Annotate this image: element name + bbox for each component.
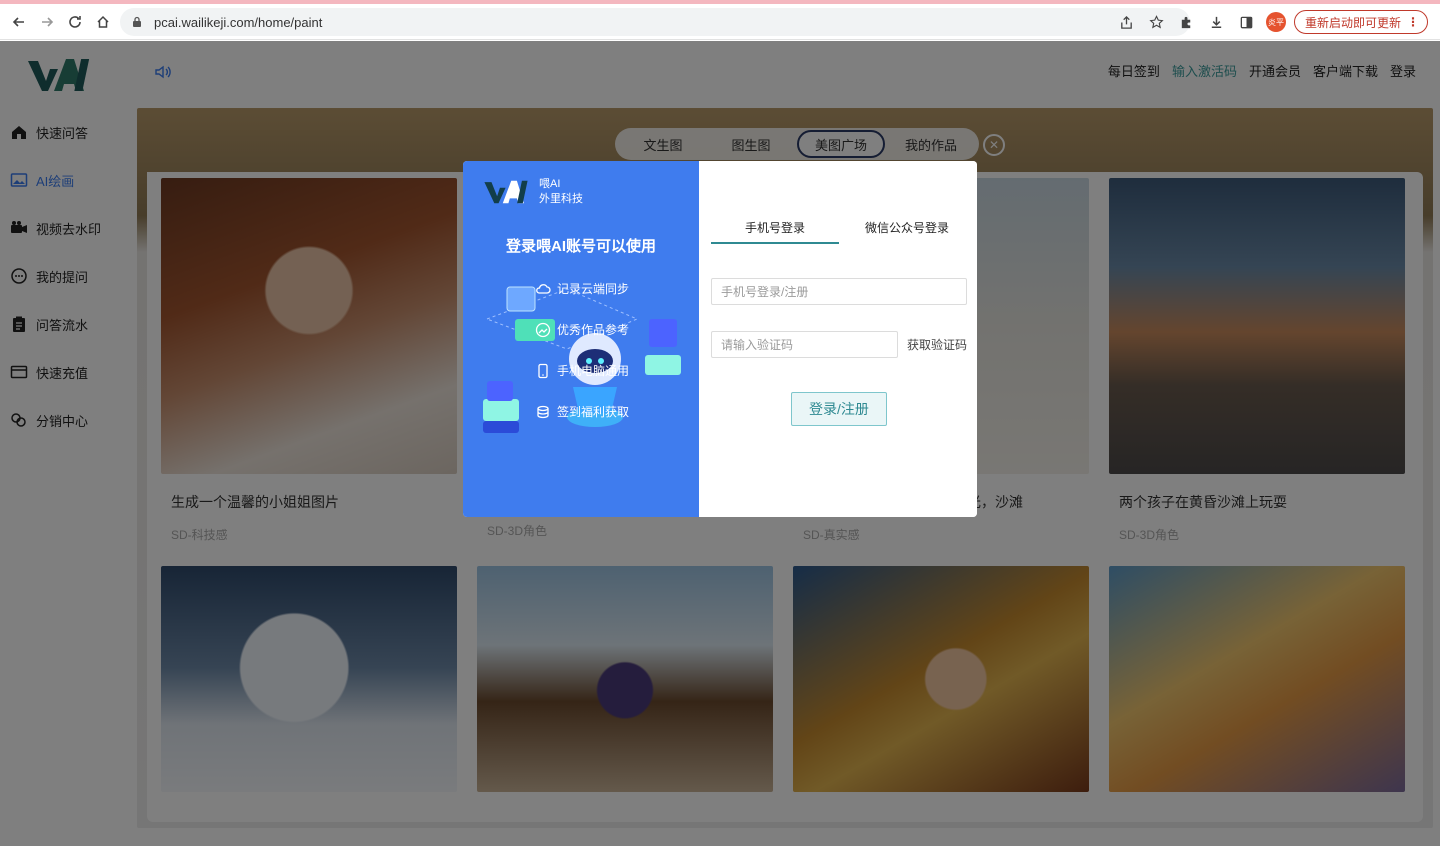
login-register-button[interactable]: 登录/注册 — [791, 392, 887, 426]
address-bar[interactable]: pcai.wailikeji.com/home/paint — [120, 8, 1190, 36]
browser-toolbar: pcai.wailikeji.com/home/paint 炎平 重新启动即可更… — [0, 4, 1440, 40]
coins-icon — [537, 405, 549, 418]
brand-company: 外里科技 — [539, 193, 583, 205]
brand-logo — [484, 180, 528, 204]
url-text: pcai.wailikeji.com/home/paint — [154, 14, 323, 30]
picture-circle-icon — [535, 322, 551, 337]
more-vertical-icon: ⋮ — [1407, 15, 1419, 29]
phone-icon — [538, 363, 548, 378]
back-icon[interactable] — [6, 9, 32, 35]
feature-works-reference: 优秀作品参考 — [535, 321, 629, 338]
side-panel-icon[interactable] — [1236, 11, 1258, 33]
feature-label: 签到福利获取 — [557, 405, 630, 419]
feature-checkin-rewards: 签到福利获取 — [535, 403, 629, 420]
verification-code-input[interactable] — [711, 331, 898, 358]
login-headline: 登录喂AI账号可以使用 — [505, 238, 656, 255]
login-promo-panel: 喂AI 外里科技 登录喂AI账号可以使用 记录云端同步 优秀作品参考 手机电脑通… — [463, 161, 699, 517]
tab-wechat-login[interactable]: 微信公众号登录 — [859, 219, 955, 236]
extensions-puzzle-icon[interactable] — [1176, 11, 1198, 33]
reload-icon[interactable] — [62, 9, 88, 35]
download-icon[interactable] — [1206, 11, 1228, 33]
home-browser-icon[interactable] — [90, 9, 116, 35]
login-modal: 喂AI 外里科技 登录喂AI账号可以使用 记录云端同步 优秀作品参考 手机电脑通… — [463, 161, 977, 517]
forward-icon[interactable] — [34, 9, 60, 35]
phone-input[interactable] — [711, 278, 967, 305]
feature-label: 手机电脑通用 — [557, 364, 630, 378]
feature-label: 优秀作品参考 — [557, 323, 630, 337]
bookmark-star-icon[interactable] — [1146, 11, 1168, 33]
share-page-icon[interactable] — [1116, 11, 1138, 33]
brand-name: 喂AI — [539, 178, 561, 190]
profile-avatar[interactable]: 炎平 — [1265, 12, 1286, 32]
login-form-panel: 手机号登录 微信公众号登录 获取验证码 登录/注册 — [699, 161, 977, 517]
feature-cloud-sync: 记录云端同步 — [535, 280, 629, 297]
get-code-button[interactable]: 获取验证码 — [907, 336, 967, 353]
feature-label: 记录云端同步 — [557, 282, 630, 296]
brand-text: 喂AI 外里科技 — [539, 177, 583, 207]
relaunch-update-button[interactable]: 重新启动即可更新 ⋮ — [1293, 10, 1428, 34]
lock-icon — [133, 16, 141, 27]
cloud-icon — [536, 283, 551, 294]
tab-phone-login[interactable]: 手机号登录 — [711, 219, 839, 244]
feature-cross-device: 手机电脑通用 — [535, 362, 629, 379]
update-label: 重新启动即可更新 — [1304, 15, 1401, 30]
